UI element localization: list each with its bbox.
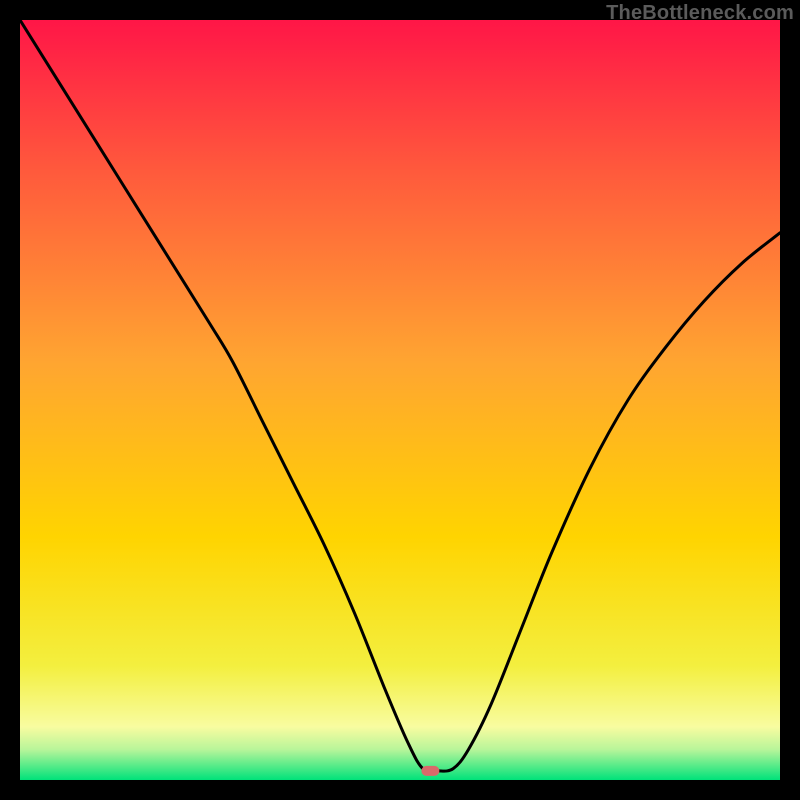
gradient-background — [20, 20, 780, 780]
bottleneck-chart — [20, 20, 780, 780]
minimum-marker — [421, 766, 439, 776]
chart-frame: TheBottleneck.com — [0, 0, 800, 800]
